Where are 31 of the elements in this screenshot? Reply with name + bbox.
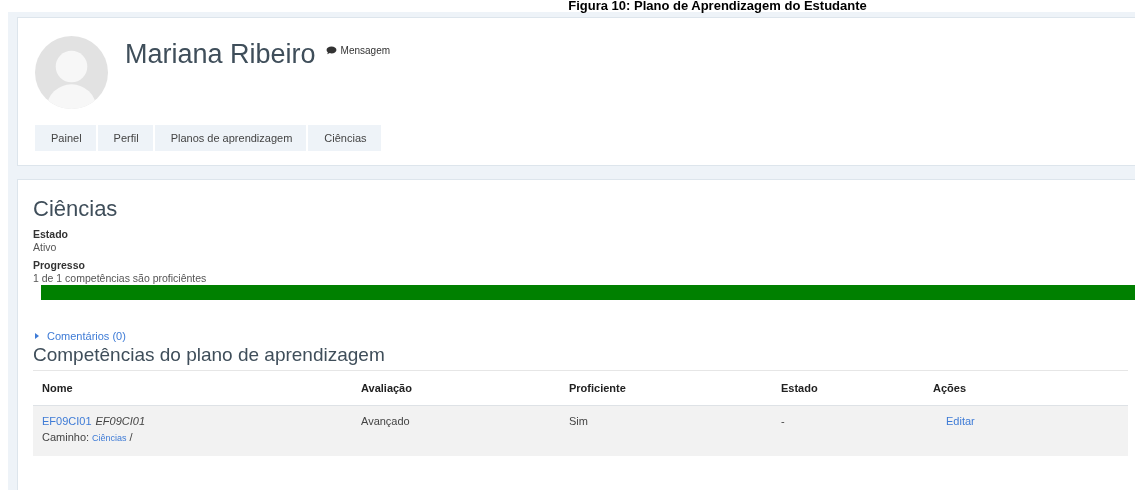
table-cell-text: Avançado	[360, 415, 411, 429]
path-separator: /	[129, 431, 133, 443]
column-header: Estado	[780, 382, 819, 394]
figure-caption: Figura 10: Plano de Aprendizagem do Estudante	[567, 0, 868, 12]
profile-name: Mariana Ribeiro	[125, 39, 316, 70]
comments-toggle[interactable]: Comentários (0)	[35, 330, 126, 342]
edit-link[interactable]: Editar	[946, 415, 975, 427]
column-header: Nome	[41, 382, 74, 394]
plan-title: Ciências	[33, 196, 119, 222]
column-header: Proficiente	[568, 382, 627, 394]
speech-bubble-icon	[325, 46, 337, 55]
competency-link[interactable]: EF09CI01	[42, 415, 92, 427]
avatar-icon	[35, 36, 108, 109]
competency-code: EF09CI01	[95, 415, 146, 427]
column-header: Avaliação	[360, 382, 413, 394]
breadcrumb-item[interactable]: Painel	[35, 125, 96, 151]
field-value: Ativo	[33, 241, 58, 253]
field-label: Progresso	[33, 259, 86, 271]
message-link[interactable]: Mensagem	[325, 45, 391, 56]
breadcrumb-item[interactable]: Perfil	[97, 125, 153, 151]
path-link[interactable]: Ciências	[92, 433, 127, 443]
path-label: Caminho:	[42, 431, 90, 443]
table-cell-text: Sim	[568, 415, 589, 429]
section-title: Competências do plano de aprendizagem	[33, 344, 386, 366]
breadcrumb-item[interactable]: Planos de aprendizagem	[154, 125, 307, 151]
progress-text: 1 de 1 competências são proficiêntes	[33, 272, 208, 284]
column-header: Ações	[932, 382, 968, 394]
caret-icon	[35, 333, 39, 339]
table-cell-text: -	[780, 415, 786, 429]
field-label: Estado	[33, 228, 69, 240]
breadcrumb-item[interactable]: Ciências	[308, 125, 381, 151]
